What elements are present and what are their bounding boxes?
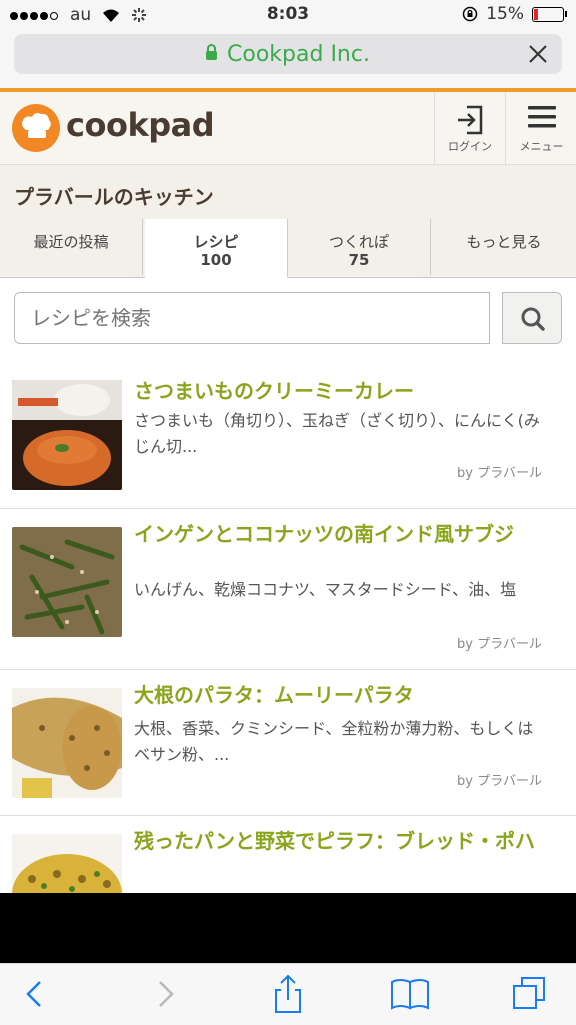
recipe-author: by プラバール <box>457 637 542 652</box>
menu-label: メニュー <box>519 140 564 153</box>
recipe-ingredients: 大根、香菜、クミンシード、全粒粉か薄力粉、もしくはベサン粉、... <box>134 719 534 764</box>
tab-bar: 最近の投稿 レシピ 100 つくれぽ 75 もっと見る <box>0 219 576 278</box>
menu-button[interactable]: メニュー <box>505 92 576 164</box>
orientation-lock-icon <box>462 6 478 22</box>
recipe-title[interactable]: さつまいものクリーミーカレー <box>134 378 554 404</box>
keyboard-gap <box>0 893 576 963</box>
recipe-title[interactable]: 残ったパンと野菜でピラフ：ブレッド・ポハ <box>134 828 554 854</box>
recipe-photo[interactable] <box>12 527 122 637</box>
recipe-ingredients: さつまいも（角切り）、玉ねぎ（ざく切り）、にんにく(みじん切... <box>134 411 540 456</box>
list-item[interactable]: さつまいものクリーミーカレー さつまいも（角切り）、玉ねぎ（ざく切り）、にんにく… <box>0 366 576 509</box>
tab-count: 75 <box>348 251 370 269</box>
site-logo[interactable]: cookpad <box>66 106 215 144</box>
forward-icon[interactable] <box>142 974 186 1014</box>
tab-recent-posts[interactable]: 最近の投稿 <box>0 219 143 275</box>
recipe-photo[interactable] <box>12 380 122 490</box>
close-icon[interactable] <box>524 40 552 68</box>
url-site-name: Cookpad Inc. <box>227 42 370 67</box>
recipe-ingredients: いんげん、乾燥ココナツ、マスタードシード、油、塩 <box>134 580 517 599</box>
list-item[interactable]: 残ったパンと野菜でピラフ：ブレッド・ポハ <box>0 816 576 893</box>
recipe-title[interactable]: 大根のパラタ：ムーリーパラタ <box>134 682 554 708</box>
chef-hat-icon[interactable] <box>12 104 60 152</box>
tab-label: つくれぽ <box>328 233 389 251</box>
battery-info: 15% <box>462 4 567 24</box>
search-button[interactable] <box>502 292 562 344</box>
site-header: cookpad ログイン メニュー <box>0 92 576 165</box>
battery-icon <box>532 6 567 22</box>
tab-label: 最近の投稿 <box>33 233 109 251</box>
bookmarks-icon[interactable] <box>388 974 432 1014</box>
back-icon[interactable] <box>14 974 58 1014</box>
url-bar[interactable]: Cookpad Inc. <box>14 34 562 74</box>
search-icon <box>521 307 545 331</box>
list-item[interactable]: インゲンとココナッツの南インド風サブジ いんげん、乾燥ココナツ、マスタードシード… <box>0 509 576 670</box>
battery-percent: 15% <box>486 4 524 24</box>
search-input[interactable] <box>14 292 490 344</box>
status-bar: au 8:03 15% <box>0 0 576 30</box>
lock-icon <box>206 44 218 60</box>
login-icon <box>458 105 483 135</box>
tab-recipes[interactable]: レシピ 100 <box>145 219 288 278</box>
list-item[interactable]: 大根のパラタ：ムーリーパラタ 大根、香菜、クミンシード、全粒粉か薄力粉、もしくは… <box>0 670 576 816</box>
login-button[interactable]: ログイン <box>434 92 505 164</box>
recipe-title[interactable]: インゲンとココナッツの南インド風サブジ <box>134 521 554 547</box>
tab-tsukurepo[interactable]: つくれぽ 75 <box>288 219 431 275</box>
recipe-author: by プラバール <box>457 774 542 789</box>
page-title: プラバールのキッチン <box>14 185 214 209</box>
recipe-search <box>14 292 562 348</box>
recipe-photo[interactable] <box>12 688 122 798</box>
tab-label: もっと見る <box>466 233 542 251</box>
tab-label: レシピ <box>193 233 239 251</box>
browser-url-area: Cookpad Inc. <box>0 30 576 88</box>
recipe-author: by プラバール <box>457 466 542 481</box>
kitchen-header: プラバールのキッチン <box>0 165 576 220</box>
share-icon[interactable] <box>266 974 310 1014</box>
tabs-icon[interactable] <box>508 974 552 1014</box>
recipe-photo[interactable] <box>12 834 122 893</box>
login-label: ログイン <box>448 140 492 153</box>
tab-count: 100 <box>200 251 232 269</box>
hamburger-icon <box>527 106 556 128</box>
url-display[interactable]: Cookpad Inc. <box>14 42 562 67</box>
browser-toolbar <box>0 963 576 1025</box>
tab-more[interactable]: もっと見る <box>432 219 576 275</box>
